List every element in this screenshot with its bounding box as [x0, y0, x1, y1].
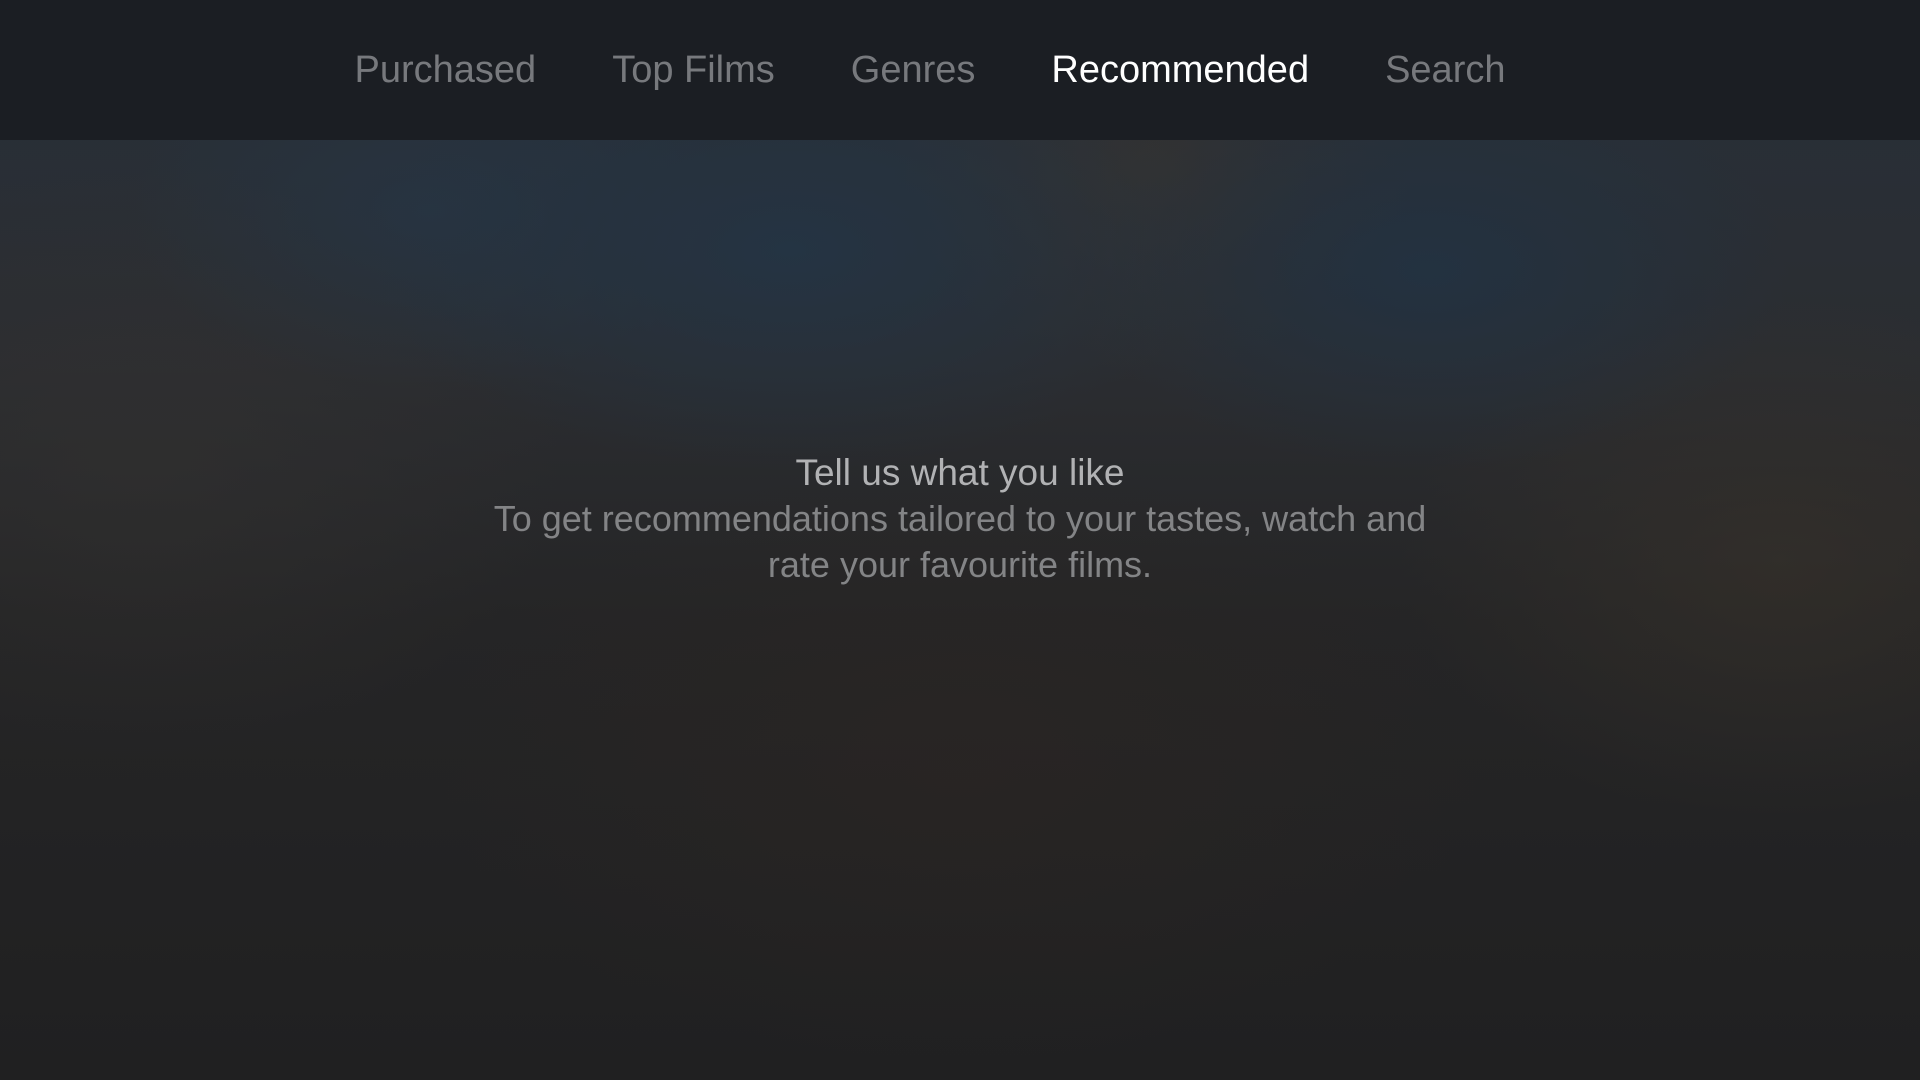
top-navigation-bar: Purchased Top Films Genres Recommended S…: [0, 0, 1920, 140]
tab-purchased[interactable]: Purchased: [355, 49, 537, 92]
tab-genres[interactable]: Genres: [851, 49, 976, 92]
tab-top-films[interactable]: Top Films: [612, 49, 775, 92]
empty-state-body: To get recommendations tailored to your …: [493, 498, 1427, 585]
app-screen: Purchased Top Films Genres Recommended S…: [0, 0, 1920, 1080]
nav-tabs: Purchased Top Films Genres Recommended S…: [355, 49, 1506, 92]
tab-recommended[interactable]: Recommended: [1051, 49, 1309, 92]
empty-state-title: Tell us what you like: [795, 452, 1125, 493]
empty-state-message: Tell us what you like To get recommendat…: [0, 450, 1920, 588]
tab-search[interactable]: Search: [1385, 49, 1505, 92]
